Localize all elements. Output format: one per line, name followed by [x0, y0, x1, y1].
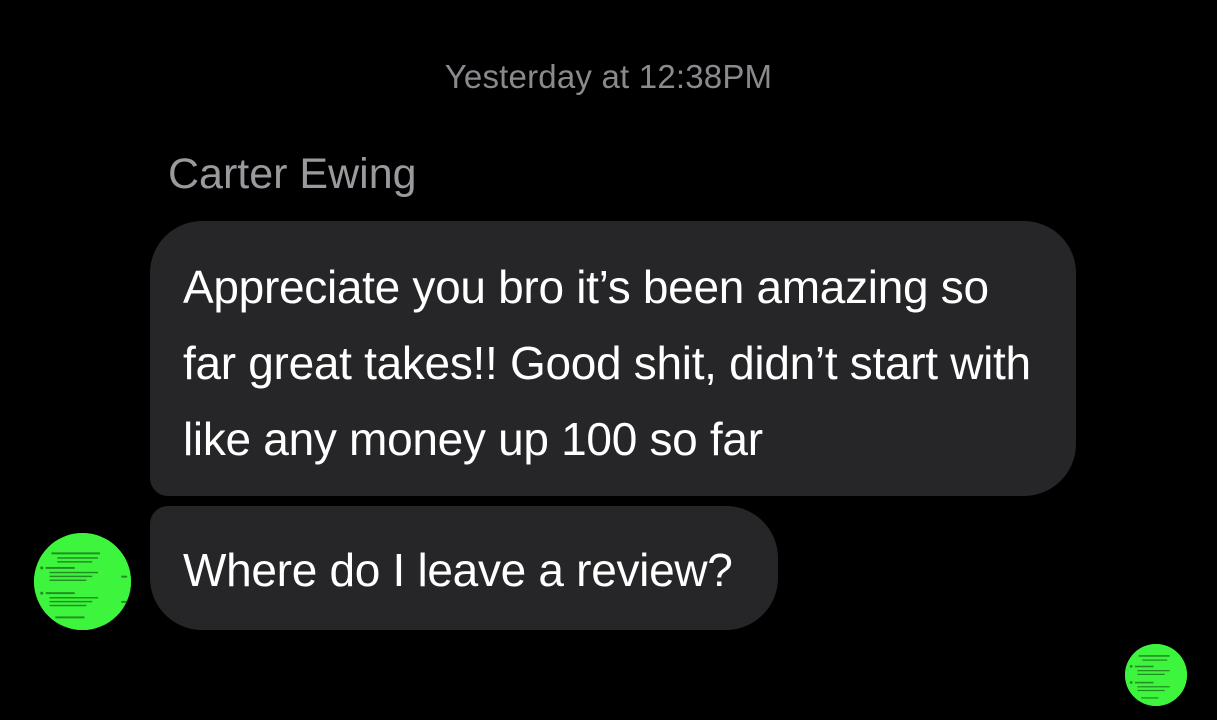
message-timestamp: Yesterday at 12:38PM: [444, 58, 773, 95]
avatar-thumbnail-icon: [34, 533, 131, 630]
message-bubble-1[interactable]: Appreciate you bro it’s been amazing so …: [150, 221, 1076, 496]
self-avatar[interactable]: [1125, 644, 1187, 706]
sender-avatar[interactable]: [34, 533, 131, 630]
sender-name: Carter Ewing: [168, 150, 417, 198]
message-bubble-2[interactable]: Where do I leave a review?: [150, 506, 778, 630]
avatar-thumbnail-icon: [1125, 644, 1187, 706]
